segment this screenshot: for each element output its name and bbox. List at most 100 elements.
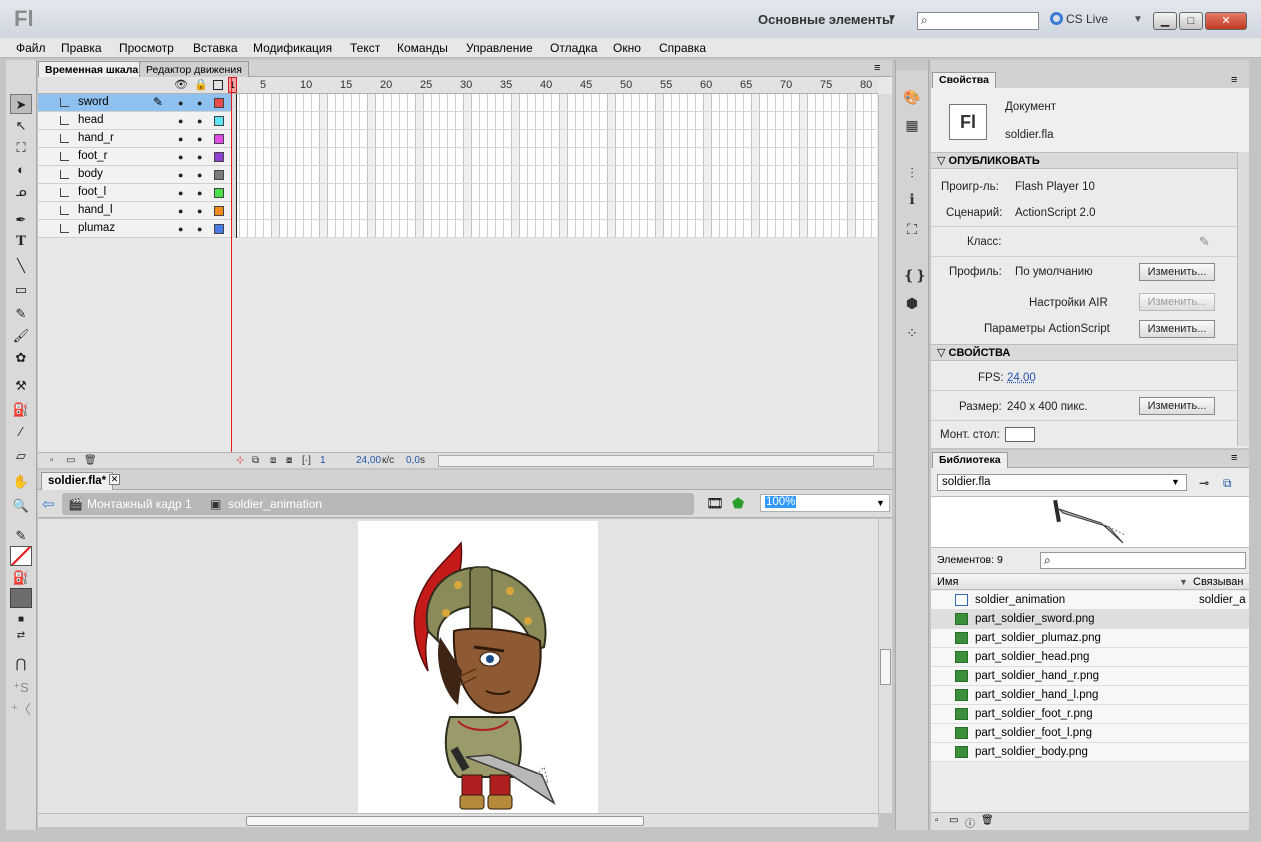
panel-menu-icon[interactable]: ≡ [1231,452,1237,464]
new-symbol-icon[interactable]: ▫ [935,815,939,826]
column-linkage[interactable]: Связыван [1193,576,1243,588]
lock-dot[interactable]: ● [197,134,202,144]
menu-modify[interactable]: Модификация [253,41,332,55]
fps-value[interactable]: 24,00 [1007,372,1036,384]
stage-vertical-scrollbar[interactable] [878,519,892,813]
properties-icon[interactable]: ⓘ [965,815,975,830]
minimize-button[interactable]: ▁ [1153,12,1177,30]
menu-commands[interactable]: Команды [397,41,448,55]
lock-dot[interactable]: ● [197,188,202,198]
menu-window[interactable]: Окно [613,41,641,55]
library-item[interactable]: part_soldier_sword.png [931,610,1249,629]
visibility-dot[interactable]: ● [178,116,183,126]
lasso-tool-icon[interactable]: ᓄ [10,182,32,202]
help-search-input[interactable]: ⌕ [917,12,1039,30]
visibility-dot[interactable]: ● [178,134,183,144]
eyedropper-tool-icon[interactable]: ⁄ [10,422,32,442]
text-tool-icon[interactable]: T [10,232,32,252]
new-library-panel-icon[interactable]: ⧉ [1223,476,1232,491]
stroke-swatch[interactable] [10,546,32,566]
edit-actionscript-button[interactable]: Изменить... [1139,320,1215,338]
close-window-button[interactable]: ✕ [1205,12,1247,30]
lock-dot[interactable]: ● [197,98,202,108]
zoom-select[interactable]: 100% [760,494,890,512]
tab-library[interactable]: Библиотека [932,452,1008,468]
motion-presets-icon[interactable]: ⁘ [903,324,921,342]
menu-file[interactable]: Файл [16,41,46,55]
edit-class-pencil-icon[interactable]: ✎ [1199,234,1210,250]
library-search-input[interactable]: ⌕ [1040,552,1246,569]
stage-color-swatch[interactable] [1005,427,1035,442]
frame-grid[interactable] [232,94,877,238]
column-name[interactable]: Имя [937,576,958,588]
delete-layer-icon[interactable]: 🗑 [84,455,97,466]
layer-row[interactable]: plumaz ● ● [38,220,232,238]
edit-multiple-frames-icon[interactable]: ⧇ [286,455,292,466]
visibility-dot[interactable]: ● [178,188,183,198]
rectangle-tool-icon[interactable]: ▭ [10,280,32,300]
document-tab[interactable]: soldier.fla* [41,472,114,490]
hand-tool-icon[interactable]: ✋ [10,472,32,492]
color-panel-icon[interactable]: 🎨 [903,88,921,106]
menu-edit[interactable]: Правка [61,41,102,55]
center-frame-icon[interactable]: ⊹ [236,455,244,466]
transform-panel-icon[interactable]: ⛶ [903,220,921,238]
section-properties-header[interactable]: ▽ СВОЙСТВА [931,344,1237,361]
current-frame[interactable]: 1 [320,455,326,466]
onion-outline-icon[interactable]: ⧈ [270,455,276,466]
lock-icon[interactable]: 🔒 [194,78,208,91]
library-item[interactable]: part_soldier_hand_r.png [931,667,1249,686]
lock-dot[interactable]: ● [197,116,202,126]
library-document-select[interactable]: soldier.fla [937,474,1187,491]
layer-color-swatch[interactable] [214,170,224,180]
layer-color-swatch[interactable] [214,224,224,234]
info-panel-icon[interactable]: ℹ [903,190,921,208]
layer-row[interactable]: head ● ● [38,112,232,130]
stage[interactable] [358,521,598,813]
scroll-thumb[interactable] [880,649,891,685]
onion-skin-icon[interactable]: ⧉ [252,455,259,466]
panel-menu-icon[interactable]: ≡ [1231,74,1237,86]
section-publish-header[interactable]: ▽ ОПУБЛИКОВАТЬ [931,152,1237,169]
visibility-dot[interactable]: ● [178,98,183,108]
selection-tool-icon[interactable]: ➤ [10,94,32,114]
close-document-icon[interactable]: ✕ [109,474,120,485]
edit-size-button[interactable]: Изменить... [1139,397,1215,415]
frame-rate-value[interactable]: 24,00 [356,455,381,466]
menu-view[interactable]: Просмотр [119,41,174,55]
new-layer-icon[interactable]: ▫ [50,455,54,466]
zoom-value[interactable]: 100% [765,496,797,508]
subselection-tool-icon[interactable]: ↖ [10,116,32,136]
library-item[interactable]: part_soldier_foot_l.png [931,724,1249,743]
bone-tool-icon[interactable]: ⚒ [10,376,32,396]
visibility-dot[interactable]: ● [178,224,183,234]
components-panel-icon[interactable]: ⬢ [903,294,921,312]
straighten-icon[interactable]: ⁺〈 [10,700,32,720]
align-panel-icon[interactable]: ⫶ [903,164,921,182]
edit-profile-button[interactable]: Изменить... [1139,263,1215,281]
delete-item-icon[interactable]: 🗑 [981,815,994,826]
layer-row[interactable]: hand_l ● ● [38,202,232,220]
pen-tool-icon[interactable]: ✒ [10,210,32,230]
fill-swatch[interactable] [10,588,32,608]
new-folder-icon[interactable]: ▭ [66,455,75,466]
visibility-dot[interactable]: ● [178,152,183,162]
keyframe-column[interactable] [232,94,237,238]
layer-row[interactable]: foot_r ● ● [38,148,232,166]
layer-row[interactable]: hand_r ● ● [38,130,232,148]
visibility-dot[interactable]: ● [178,206,183,216]
library-item[interactable]: part_soldier_plumaz.png [931,629,1249,648]
library-item[interactable]: part_soldier_hand_l.png [931,686,1249,705]
deco-tool-icon[interactable]: ✿ [10,348,32,368]
new-folder-icon[interactable]: ▭ [949,815,958,826]
layer-color-swatch[interactable] [214,98,224,108]
cs-live-dropdown-icon[interactable]: ▼ [1133,14,1143,25]
lock-dot[interactable]: ● [197,170,202,180]
library-item[interactable]: part_soldier_body.png [931,743,1249,762]
layer-row[interactable]: foot_l ● ● [38,184,232,202]
library-dropdown-icon[interactable]: ▼ [1171,477,1180,487]
layer-row[interactable]: sword ✎ ● ● [38,94,232,112]
swap-colors-icon[interactable]: ⇄ [10,626,32,646]
snap-to-objects-icon[interactable]: ⋂ [10,654,32,674]
breadcrumb-symbol[interactable]: soldier_animation [228,497,322,511]
